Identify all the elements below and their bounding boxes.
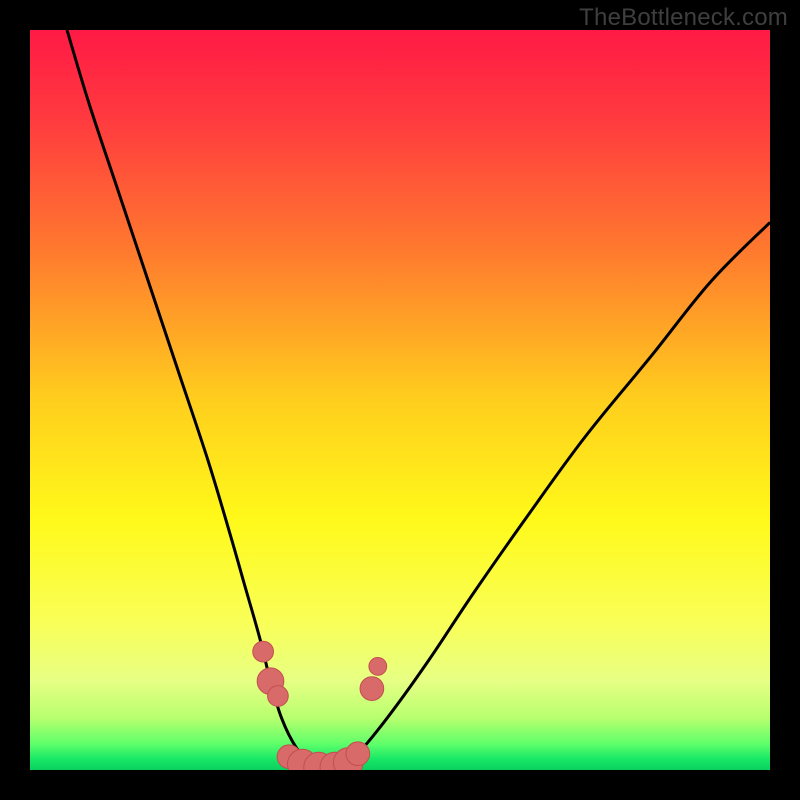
watermark-text: TheBottleneck.com: [579, 4, 788, 32]
gradient-background: [30, 30, 770, 770]
marker-dot: [369, 658, 387, 676]
marker-dot: [253, 641, 274, 662]
bottleneck-curve-chart: [30, 30, 770, 770]
marker-dot: [268, 686, 289, 707]
marker-dot: [346, 742, 370, 766]
marker-dot: [360, 677, 384, 701]
chart-frame: TheBottleneck.com: [0, 0, 800, 800]
plot-area: [30, 30, 770, 770]
